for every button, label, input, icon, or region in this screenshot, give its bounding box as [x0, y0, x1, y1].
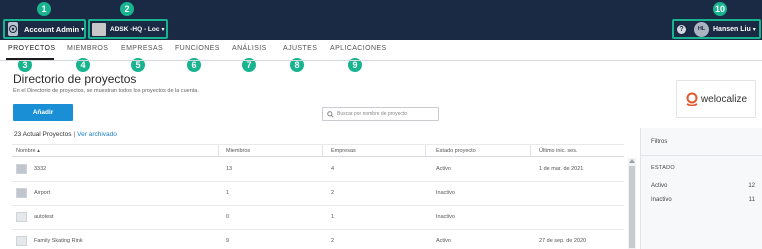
project-label: ADSK -HQ - Loc: [110, 25, 160, 33]
column-divider: [218, 145, 219, 157]
filter-section-status: ESTADO: [651, 165, 676, 171]
column-header-last-login[interactable]: Último inic. ses.: [539, 148, 578, 154]
callout-badge: 1: [37, 2, 51, 16]
user-name: Hansen Liu: [713, 25, 751, 33]
summary-count: 23 Actual Proyectos: [14, 131, 72, 138]
cell-companies: 4: [331, 166, 335, 172]
table-row[interactable]: Airport 1 2 Inactivo: [12, 182, 624, 206]
tab-companies[interactable]: EMPRESAS: [121, 45, 163, 52]
avatar: HL: [694, 21, 709, 37]
cell-members: 13: [226, 166, 233, 172]
table-scrollbar[interactable]: [628, 158, 636, 249]
company-logo: welocalize: [676, 80, 756, 118]
chevron-down-icon: ▾: [161, 26, 165, 33]
add-project-button[interactable]: Añadir: [13, 104, 73, 121]
page-subtitle: En el Directorio de proyectos, se muestr…: [13, 88, 199, 94]
help-icon[interactable]: ?: [677, 24, 686, 34]
tab-members[interactable]: MIEMBROS: [67, 45, 108, 52]
cell-last-login: 27 de sep. de 2020: [539, 238, 587, 244]
main-nav: PROYECTOS MIEMBROS EMPRESAS FUNCIONES AN…: [0, 40, 762, 61]
projects-summary: 23 Actual Proyectos | Ver archivado: [14, 131, 117, 138]
summary-separator: |: [73, 131, 76, 138]
table-row[interactable]: 3332 13 4 Activo 1 de mar. de 2021: [12, 158, 624, 182]
project-thumbnail: [16, 188, 27, 198]
search-icon: [327, 110, 334, 118]
project-thumbnail: [92, 22, 106, 36]
cell-name[interactable]: autotest: [34, 214, 54, 220]
cell-status: Inactivo: [436, 214, 455, 220]
archive-link[interactable]: Ver archivado: [77, 131, 117, 138]
cell-members: 1: [226, 190, 230, 196]
filters-panel: Filtros ESTADO Activo 12 Inactivo 11: [640, 128, 762, 249]
table-header: Nombre ▴ Miembros Empresas Estado proyec…: [12, 144, 624, 157]
project-thumbnail: [16, 212, 27, 222]
cell-members: 0: [226, 214, 230, 220]
divider: [641, 155, 762, 156]
cell-members: 9: [226, 238, 230, 244]
cell-status: Activo: [436, 238, 451, 244]
project-switcher[interactable]: ADSK -HQ - Loc ▾: [88, 19, 168, 39]
tab-projects[interactable]: PROYECTOS: [8, 45, 55, 52]
callout-badge: 10: [713, 2, 727, 16]
cell-status: Inactivo: [436, 190, 455, 196]
top-bar: Account Admin ▾ ADSK -HQ - Loc ▾ ? HL Ha…: [0, 0, 762, 40]
column-header-name[interactable]: Nombre ▴: [16, 148, 40, 154]
page-title: Directorio de proyectos: [13, 72, 137, 86]
filter-count: 11: [748, 197, 755, 203]
column-header-companies[interactable]: Empresas: [331, 148, 356, 154]
cell-name[interactable]: 3332: [34, 166, 46, 172]
projects-table: 23 Actual Proyectos | Ver archivado Nombre…: [0, 128, 640, 249]
cell-name[interactable]: Family Skating Rink: [34, 238, 83, 244]
chevron-down-icon: ▾: [752, 26, 756, 33]
column-header-status[interactable]: Estado proyecto: [436, 148, 476, 154]
table-row[interactable]: autotest 0 1 Inactivo: [12, 206, 624, 230]
search-input[interactable]: [337, 111, 437, 117]
filter-option-active[interactable]: Activo: [651, 183, 667, 189]
cell-name[interactable]: Airport: [34, 190, 50, 196]
cell-companies: 2: [331, 190, 335, 196]
tab-apps[interactable]: APLICACIONES: [330, 45, 387, 52]
cell-status: Activo: [436, 166, 451, 172]
tab-roles[interactable]: FUNCIONES: [175, 45, 220, 52]
welocalize-logo-icon: [686, 92, 698, 106]
account-label: Account Admin: [24, 24, 80, 34]
scroll-up-icon[interactable]: [629, 159, 635, 163]
cell-last-login: 1 de mar. de 2021: [539, 166, 584, 172]
filters-title: Filtros: [651, 139, 668, 145]
account-icon: [8, 22, 18, 36]
project-thumbnail: [16, 236, 27, 246]
project-thumbnail: [16, 164, 27, 174]
filter-count: 12: [748, 183, 755, 189]
active-tab-indicator: [6, 58, 54, 60]
tab-settings[interactable]: AJUSTES: [283, 45, 317, 52]
callout-badge: 2: [120, 2, 134, 16]
user-menu[interactable]: ? HL Hansen Liu ▾: [672, 19, 761, 39]
chevron-down-icon: ▾: [81, 26, 85, 33]
account-switcher[interactable]: Account Admin ▾: [3, 19, 86, 39]
column-divider: [530, 145, 531, 157]
cell-companies: 1: [331, 214, 335, 220]
column-header-members[interactable]: Miembros: [226, 148, 250, 154]
tab-analytics[interactable]: ANÁLISIS: [232, 45, 267, 52]
logo-text: welocalize: [700, 93, 748, 105]
column-divider: [322, 145, 323, 157]
table-row[interactable]: Family Skating Rink 9 2 Activo 27 de sep…: [12, 230, 624, 249]
filter-option-inactive[interactable]: Inactivo: [651, 197, 672, 203]
scrollbar-thumb[interactable]: [629, 166, 635, 248]
column-divider: [425, 145, 426, 157]
search-field[interactable]: [322, 107, 439, 121]
cell-companies: 2: [331, 238, 335, 244]
